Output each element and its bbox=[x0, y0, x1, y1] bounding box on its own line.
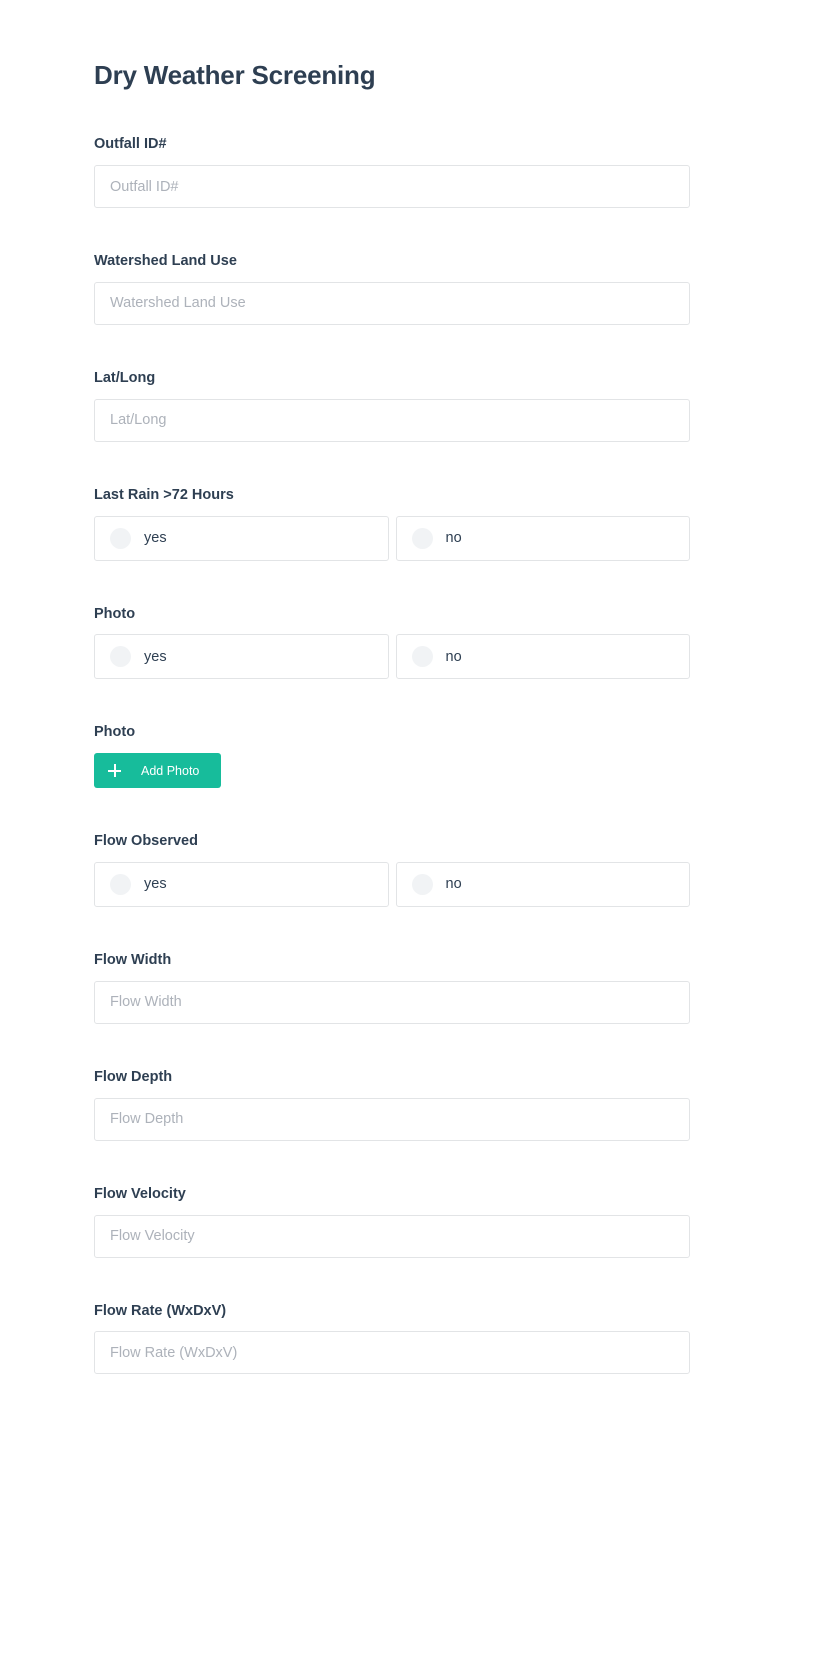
field-photo-yes-no: Photo yes no bbox=[94, 605, 690, 680]
plus-icon bbox=[108, 764, 121, 778]
field-flow-velocity: Flow Velocity bbox=[94, 1185, 690, 1258]
flow-rate-label: Flow Rate (WxDxV) bbox=[94, 1302, 227, 1319]
field-flow-width: Flow Width bbox=[94, 951, 690, 1024]
form-container: Dry Weather Screening Outfall ID# Waters… bbox=[94, 0, 690, 1484]
flow-observed-option-no[interactable]: no bbox=[395, 862, 690, 908]
field-last-rain: Last Rain >72 Hours yes no bbox=[94, 486, 690, 561]
last-rain-option-yes[interactable]: yes bbox=[94, 515, 389, 561]
flow-observed-radio-group: yes no bbox=[94, 862, 690, 908]
flow-observed-option-yes[interactable]: yes bbox=[94, 862, 389, 908]
photo-option-yes[interactable]: yes bbox=[94, 634, 389, 680]
lat-long-label: Lat/Long bbox=[94, 369, 156, 386]
flow-rate-input[interactable] bbox=[94, 1331, 690, 1375]
flow-observed-label: Flow Observed bbox=[94, 833, 198, 850]
lat-long-input[interactable] bbox=[94, 398, 690, 442]
last-rain-option-no[interactable]: no bbox=[395, 515, 690, 561]
last-rain-label: Last Rain >72 Hours bbox=[94, 486, 234, 503]
flow-width-label: Flow Width bbox=[94, 952, 172, 969]
photo-yes-no-label: Photo bbox=[94, 605, 136, 622]
field-flow-rate: Flow Rate (WxDxV) bbox=[94, 1302, 690, 1375]
radio-circle-icon bbox=[110, 646, 131, 668]
field-watershed-land-use: Watershed Land Use bbox=[94, 252, 690, 325]
watershed-land-use-label: Watershed Land Use bbox=[94, 253, 237, 270]
field-photo-upload: Photo Add Photo bbox=[94, 723, 690, 789]
field-flow-observed: Flow Observed yes no bbox=[94, 832, 690, 908]
flow-velocity-input[interactable] bbox=[94, 1214, 690, 1258]
bottom-spacer bbox=[94, 1374, 690, 1484]
radio-circle-icon bbox=[411, 874, 433, 896]
flow-width-input[interactable] bbox=[94, 980, 690, 1024]
photo-option-no[interactable]: no bbox=[395, 634, 690, 680]
photo-upload-label: Photo bbox=[94, 724, 136, 741]
radio-circle-icon bbox=[110, 874, 131, 896]
flow-observed-option-no-label: no bbox=[445, 876, 462, 893]
radio-circle-icon bbox=[411, 527, 433, 549]
radio-circle-icon bbox=[110, 527, 131, 549]
photo-option-no-label: no bbox=[445, 648, 462, 665]
outfall-id-label: Outfall ID# bbox=[94, 136, 167, 153]
flow-depth-input[interactable] bbox=[94, 1097, 690, 1141]
add-photo-button[interactable]: Add Photo bbox=[94, 753, 222, 789]
flow-depth-label: Flow Depth bbox=[94, 1068, 173, 1085]
flow-velocity-label: Flow Velocity bbox=[94, 1185, 186, 1202]
photo-radio-group: yes no bbox=[94, 634, 690, 680]
add-photo-button-label: Add Photo bbox=[141, 763, 200, 778]
radio-circle-icon bbox=[411, 646, 433, 668]
photo-option-yes-label: yes bbox=[144, 648, 167, 665]
flow-observed-option-yes-label: yes bbox=[144, 876, 167, 893]
page-title: Dry Weather Screening bbox=[94, 60, 376, 90]
outfall-id-input[interactable] bbox=[94, 165, 690, 209]
field-outfall-id: Outfall ID# bbox=[94, 135, 690, 209]
field-flow-depth: Flow Depth bbox=[94, 1068, 690, 1141]
watershed-land-use-input[interactable] bbox=[94, 281, 690, 325]
screening-form-page: Dry Weather Screening Outfall ID# Waters… bbox=[0, 0, 840, 1680]
last-rain-option-yes-label: yes bbox=[144, 529, 167, 546]
last-rain-radio-group: yes no bbox=[94, 515, 690, 561]
field-lat-long: Lat/Long bbox=[94, 369, 690, 442]
last-rain-option-no-label: no bbox=[445, 529, 462, 546]
